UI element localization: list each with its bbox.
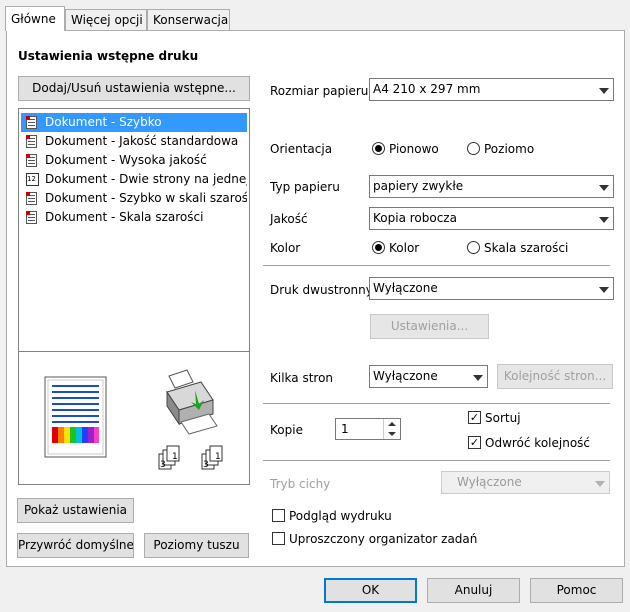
printer-icon bbox=[166, 369, 218, 435]
document-icon bbox=[26, 154, 37, 167]
color-label: Kolor bbox=[270, 241, 301, 255]
collate-order-icon: 3 1 3 1 bbox=[158, 445, 223, 470]
preset-item-label: Dokument - Dwie strony na jednej bbox=[45, 172, 247, 186]
color-color-radio[interactable] bbox=[372, 241, 385, 254]
preset-item[interactable]: Dokument - Szybko bbox=[21, 113, 247, 132]
quiet-mode-select[interactable]: Wyłączone bbox=[441, 471, 610, 494]
presets-title: Ustawienia wstępne druku bbox=[18, 49, 199, 63]
quiet-mode-label: Tryb cichy bbox=[270, 477, 331, 491]
orientation-portrait-label: Pionowo bbox=[389, 142, 439, 156]
copies-spin-buttons[interactable] bbox=[383, 419, 400, 439]
chevron-down-icon bbox=[599, 184, 609, 191]
svg-text:3: 3 bbox=[203, 460, 209, 470]
quality-select[interactable]: Kopia robocza bbox=[369, 207, 614, 230]
ok-button[interactable]: OK bbox=[324, 578, 417, 603]
quality-label: Jakość bbox=[270, 212, 308, 226]
preset-item-label: Dokument - Wysoka jakość bbox=[45, 153, 207, 167]
preset-item[interactable]: Dokument - Jakość standardowa bbox=[21, 132, 247, 151]
paper-type-select[interactable]: papiery zwykłe bbox=[369, 175, 614, 198]
preset-item[interactable]: Dokument - Dwie strony na jednej bbox=[21, 170, 247, 189]
print-preview-label: Podgląd wydruku bbox=[289, 509, 392, 523]
print-preview-checkbox[interactable] bbox=[272, 509, 285, 522]
tab-more-options[interactable]: Więcej opcji bbox=[65, 9, 147, 30]
chevron-down-icon bbox=[595, 480, 605, 487]
spin-up-icon[interactable] bbox=[384, 419, 400, 429]
document-icon bbox=[26, 192, 37, 205]
cancel-button[interactable]: Anuluj bbox=[427, 578, 520, 603]
page-order-button[interactable]: Kolejność stron... bbox=[497, 364, 613, 389]
orientation-landscape-radio[interactable] bbox=[467, 142, 480, 155]
divider bbox=[263, 265, 610, 266]
multipage-select[interactable]: Wyłączone bbox=[369, 365, 488, 388]
chevron-down-icon bbox=[599, 87, 609, 94]
print-preview-panel: 3 1 3 1 bbox=[18, 351, 250, 485]
svg-text:1: 1 bbox=[172, 452, 178, 462]
orientation-landscape-label: Poziomo bbox=[484, 142, 535, 156]
job-arranger-label: Uproszczony organizator zadań bbox=[289, 532, 478, 546]
preset-item-label: Dokument - Skala szarości bbox=[45, 210, 204, 224]
quiet-mode-value: Wyłączone bbox=[457, 475, 522, 489]
collate-checkbox[interactable]: ✓ bbox=[468, 411, 481, 424]
duplex-settings-button[interactable]: Ustawienia... bbox=[370, 314, 489, 339]
paper-type-value: papiery zwykłe bbox=[373, 179, 464, 193]
orientation-portrait-radio[interactable] bbox=[372, 142, 385, 155]
job-arranger-checkbox[interactable] bbox=[272, 532, 285, 545]
preview-graphics: 3 1 3 1 bbox=[44, 369, 223, 470]
paper-size-label: Rozmiar papieru bbox=[270, 84, 369, 98]
collate-label: Sortuj bbox=[485, 411, 521, 425]
quality-value: Kopia robocza bbox=[373, 211, 457, 225]
two-up-icon bbox=[26, 173, 39, 186]
tab-maintenance[interactable]: Konserwacja bbox=[147, 9, 230, 30]
paper-size-value: A4 210 x 297 mm bbox=[373, 82, 481, 96]
paper-size-select[interactable]: A4 210 x 297 mm bbox=[369, 78, 614, 101]
preset-item-label: Dokument - Szybko bbox=[45, 115, 162, 129]
copies-label: Kopie bbox=[270, 423, 303, 437]
paper-type-label: Typ papieru bbox=[270, 180, 340, 194]
divider bbox=[263, 403, 610, 404]
reverse-order-label: Odwróć kolejność bbox=[485, 436, 591, 450]
multipage-label: Kilka stron bbox=[270, 371, 334, 385]
chevron-down-icon bbox=[473, 374, 483, 381]
color-grayscale-radio[interactable] bbox=[467, 241, 480, 254]
svg-text:3: 3 bbox=[160, 460, 166, 470]
duplex-value: Wyłączone bbox=[373, 281, 438, 295]
add-remove-presets-button[interactable]: Dodaj/Usuń ustawienia wstępne... bbox=[18, 76, 250, 101]
spin-down-icon[interactable] bbox=[384, 429, 400, 439]
divider bbox=[263, 460, 610, 461]
preset-item[interactable]: Dokument - Szybko w skali szarości bbox=[21, 189, 247, 208]
document-icon bbox=[26, 211, 37, 224]
preset-item[interactable]: Dokument - Skala szarości bbox=[21, 208, 247, 227]
orientation-label: Orientacja bbox=[270, 142, 333, 156]
show-settings-button[interactable]: Pokaż ustawienia bbox=[17, 498, 134, 523]
tab-main[interactable]: Główne bbox=[5, 6, 65, 31]
multipage-value: Wyłączone bbox=[373, 369, 438, 383]
color-grayscale-label: Skala szarości bbox=[484, 241, 569, 255]
preset-item-label: Dokument - Szybko w skali szarości bbox=[45, 191, 247, 205]
duplex-label: Druk dwustronny bbox=[270, 283, 373, 297]
ink-levels-button[interactable]: Poziomy tuszu bbox=[144, 533, 249, 558]
page-preview-icon bbox=[44, 376, 107, 458]
duplex-select[interactable]: Wyłączone bbox=[369, 277, 614, 300]
document-icon bbox=[26, 116, 37, 129]
restore-defaults-button[interactable]: Przywróć domyślne bbox=[17, 533, 134, 558]
copies-value: 1 bbox=[341, 422, 349, 436]
preset-item[interactable]: Dokument - Wysoka jakość bbox=[21, 151, 247, 170]
svg-text:1: 1 bbox=[215, 452, 221, 462]
copies-spinner[interactable]: 1 bbox=[335, 418, 401, 440]
help-button[interactable]: Pomoc bbox=[530, 578, 623, 603]
preset-item-label: Dokument - Jakość standardowa bbox=[45, 134, 239, 148]
document-icon bbox=[26, 135, 37, 148]
chevron-down-icon bbox=[599, 216, 609, 223]
presets-list[interactable]: Dokument - Szybko Dokument - Jakość stan… bbox=[18, 108, 250, 352]
color-color-label: Kolor bbox=[389, 241, 420, 255]
reverse-order-checkbox[interactable]: ✓ bbox=[468, 436, 481, 449]
chevron-down-icon bbox=[599, 286, 609, 293]
